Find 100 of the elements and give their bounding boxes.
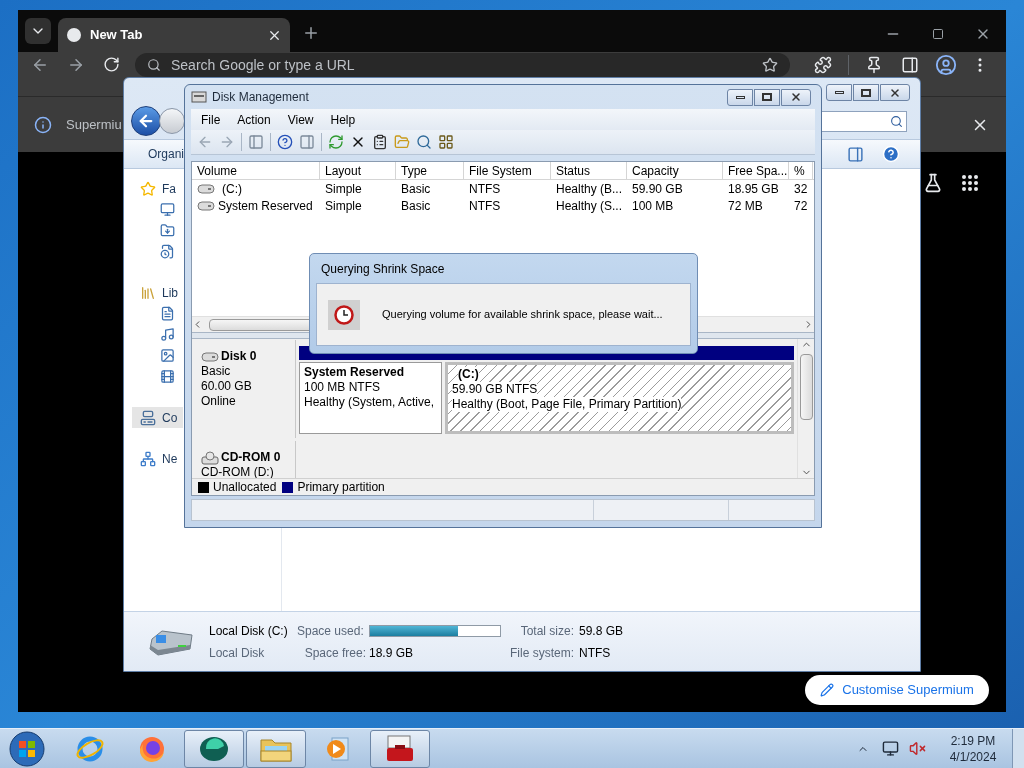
nav-item[interactable]: Fa bbox=[132, 178, 183, 199]
table-cell: Healthy (S... bbox=[556, 197, 623, 214]
column-header[interactable]: % bbox=[789, 162, 813, 179]
apps-grid-icon[interactable] bbox=[961, 174, 979, 192]
preview-pane-icon[interactable] bbox=[847, 145, 864, 163]
column-header[interactable]: Layout bbox=[320, 162, 396, 179]
field-value: NTFS bbox=[579, 644, 612, 662]
table-cell: NTFS bbox=[469, 197, 501, 214]
customise-button[interactable]: Customise Supermium bbox=[805, 675, 989, 705]
new-tab-icon[interactable] bbox=[302, 24, 320, 42]
partition-status: Healthy (System, Active, bbox=[304, 395, 435, 410]
field-label: File system: bbox=[509, 644, 575, 662]
folder-icon bbox=[160, 223, 175, 238]
forward-icon[interactable] bbox=[67, 56, 85, 74]
legend-label: Primary partition bbox=[297, 479, 385, 495]
volume-muted-icon[interactable] bbox=[909, 740, 926, 757]
profile-icon[interactable] bbox=[935, 54, 957, 76]
field-label: Space used: bbox=[297, 622, 365, 640]
tab-title: New Tab bbox=[90, 26, 144, 45]
back-icon[interactable] bbox=[31, 56, 49, 74]
nav-item[interactable]: Ne bbox=[132, 448, 183, 469]
show-desktop-button[interactable] bbox=[1012, 728, 1024, 768]
console-tree-icon[interactable] bbox=[248, 134, 264, 150]
column-header[interactable]: File System bbox=[464, 162, 551, 179]
nav-label: Fa bbox=[162, 180, 176, 198]
settings-icon[interactable] bbox=[438, 134, 454, 150]
monitor-icon bbox=[160, 202, 175, 217]
address-bar[interactable]: Search Google or type a URL bbox=[135, 53, 790, 77]
column-header[interactable]: Type bbox=[396, 162, 464, 179]
menu-item[interactable]: Action bbox=[237, 110, 271, 129]
table-cell: Simple bbox=[325, 197, 362, 214]
forward-button[interactable] bbox=[159, 108, 185, 134]
help-icon[interactable] bbox=[277, 134, 293, 150]
field-label: Total size: bbox=[519, 622, 575, 640]
close-icon bbox=[889, 86, 901, 99]
nav-label: Co bbox=[162, 409, 178, 427]
infobar-text: Supermiu bbox=[66, 115, 122, 134]
taskbar-button[interactable] bbox=[184, 729, 244, 768]
nav-item[interactable]: Co bbox=[132, 407, 183, 428]
maximize-button[interactable] bbox=[754, 88, 780, 106]
legend-label: Unallocated bbox=[213, 479, 277, 495]
partition-block[interactable]: (C:) 59.90 GB NTFS Healthy (Boot, Page File, Primary Partition) bbox=[445, 362, 794, 434]
taskbar-button[interactable] bbox=[246, 729, 306, 768]
partition-block[interactable]: System Reserved 100 MB NTFS Healthy (System, Active, bbox=[299, 362, 442, 434]
clock[interactable]: 2:19 PM 4/1/2024 bbox=[942, 732, 1004, 765]
table-cell: Simple bbox=[325, 180, 362, 197]
toolbox-icon[interactable] bbox=[384, 733, 416, 764]
menu-item[interactable]: View bbox=[287, 110, 314, 129]
browser-tab[interactable]: New Tab bbox=[58, 18, 290, 52]
search-icon[interactable] bbox=[416, 134, 432, 150]
properties-icon[interactable] bbox=[372, 134, 388, 150]
drive-name: Local Disk (C:) bbox=[209, 622, 289, 640]
nav-label: Ne bbox=[162, 450, 178, 468]
organize-menu[interactable]: Organi bbox=[148, 145, 185, 163]
globe-icon bbox=[66, 27, 82, 43]
maximize-button[interactable] bbox=[853, 84, 879, 101]
tab-search-button[interactable] bbox=[25, 18, 51, 44]
column-header[interactable]: Free Spa... bbox=[723, 162, 789, 179]
document-icon bbox=[160, 244, 175, 259]
close-button[interactable] bbox=[880, 84, 910, 101]
computer-icon bbox=[140, 409, 156, 426]
reload-icon[interactable] bbox=[103, 56, 120, 73]
column-header[interactable]: Capacity bbox=[627, 162, 723, 179]
music-icon bbox=[160, 327, 175, 342]
menu-item[interactable]: File bbox=[201, 110, 221, 129]
disk-management-icon bbox=[191, 90, 207, 104]
nav-label: Lib bbox=[162, 284, 178, 302]
action-pane-icon[interactable] bbox=[299, 134, 315, 150]
table-cell: 72 MB bbox=[728, 197, 763, 214]
column-header[interactable]: Status bbox=[551, 162, 627, 179]
table-cell: Basic bbox=[401, 197, 431, 214]
film-icon bbox=[160, 369, 175, 384]
side-panel-icon[interactable] bbox=[901, 56, 919, 74]
minimize-button[interactable] bbox=[826, 84, 852, 101]
pin-icon[interactable] bbox=[865, 56, 883, 74]
network-icon[interactable] bbox=[882, 740, 899, 757]
scroll-thumb[interactable] bbox=[799, 354, 813, 420]
menu-item[interactable]: Help bbox=[330, 110, 356, 129]
search-field[interactable] bbox=[821, 110, 907, 132]
table-cell: 32 bbox=[794, 180, 808, 197]
info-icon bbox=[34, 115, 52, 134]
partition-size: 59.90 GB NTFS bbox=[452, 382, 538, 397]
table-cell: NTFS bbox=[469, 180, 501, 197]
minimize-button[interactable] bbox=[727, 88, 753, 106]
taskbar-button[interactable] bbox=[370, 729, 430, 768]
flask-icon[interactable] bbox=[923, 173, 943, 193]
column-header[interactable]: Volume bbox=[192, 162, 320, 179]
close-button[interactable] bbox=[781, 88, 811, 106]
search-icon bbox=[890, 114, 903, 128]
start-button[interactable] bbox=[8, 729, 46, 768]
nav-item[interactable]: Lib bbox=[132, 282, 183, 303]
disk-info: Basic bbox=[201, 364, 232, 379]
window-title: Disk Management bbox=[212, 89, 309, 106]
puzzle-icon[interactable] bbox=[814, 56, 832, 74]
table-cell: 59.90 GB bbox=[632, 180, 683, 197]
back-button[interactable] bbox=[131, 106, 161, 136]
star-icon[interactable] bbox=[762, 57, 778, 73]
maximize-icon[interactable] bbox=[932, 28, 944, 40]
partition-status: Healthy (Boot, Page File, Primary Partition) bbox=[452, 397, 682, 412]
refresh-icon[interactable] bbox=[328, 134, 344, 150]
